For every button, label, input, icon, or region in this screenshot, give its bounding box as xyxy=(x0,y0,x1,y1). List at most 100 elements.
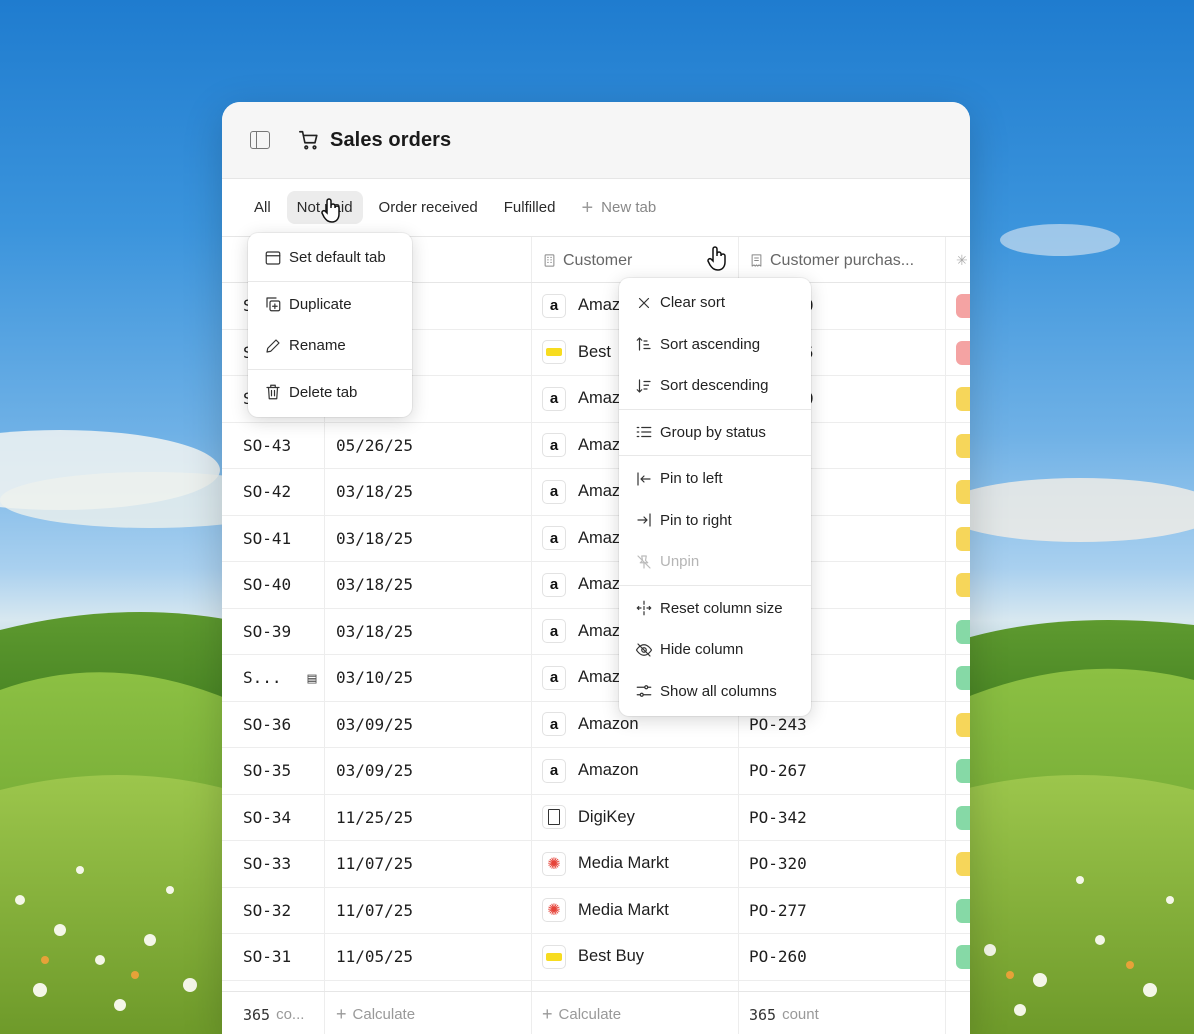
footer-count-po[interactable]: 365 count xyxy=(749,992,819,1034)
table-row[interactable]: SO-31 11/05/25 Best Buy PO-260 xyxy=(222,934,970,981)
calculate-button[interactable]: + Calculate xyxy=(542,992,621,1034)
table-row[interactable]: SO-33 11/07/25 ✺ Media Markt PO-320 xyxy=(222,841,970,888)
menu-item-label: Clear sort xyxy=(660,294,726,312)
close-icon xyxy=(638,297,650,308)
status-badge xyxy=(956,666,970,690)
menu-item-clear-sort[interactable]: Clear sort xyxy=(619,282,811,324)
unpin-icon xyxy=(637,555,651,569)
count-value: 365 xyxy=(243,1005,271,1024)
tab-fulfilled[interactable]: Fulfilled xyxy=(494,191,566,224)
tab-order-received[interactable]: Order received xyxy=(369,191,488,224)
menu-separator xyxy=(619,408,811,410)
menu-item-reset-column-size[interactable]: Reset column size xyxy=(619,588,811,630)
menu-item-show-all-columns[interactable]: Show all columns xyxy=(619,671,811,713)
table-row[interactable]: SO-34 11/25/25 DigiKey PO-342 xyxy=(222,795,970,841)
menu-item-hide-column[interactable]: Hide column xyxy=(619,629,811,671)
menu-item-label: Set default tab xyxy=(289,249,386,267)
amazon-logo-icon: a xyxy=(542,293,566,318)
tab-all[interactable]: All xyxy=(244,191,281,224)
customer-name: Media Markt xyxy=(578,900,669,919)
new-tab-button[interactable]: + New tab xyxy=(571,191,666,224)
customer-cell: ✺ Media Markt xyxy=(542,841,669,887)
order-id-cell: SO-34 xyxy=(243,807,292,827)
amazon-logo-icon: a xyxy=(542,386,566,411)
menu-item-label: Delete tab xyxy=(289,383,358,401)
status-badge xyxy=(956,480,970,504)
order-id-cell: SO-36 xyxy=(243,714,292,734)
order-id-cell: SO-31 xyxy=(243,947,292,967)
resize-icon xyxy=(636,600,652,616)
column-header-label: Customer purchas... xyxy=(770,251,915,269)
group-list-icon xyxy=(636,427,652,438)
order-date-cell: 11/07/25 xyxy=(336,900,414,920)
table-row[interactable]: SO-36 03/09/25 a Amazon PO-243 xyxy=(222,702,970,748)
column-header-customer[interactable]: Customer xyxy=(542,237,632,284)
menu-item-pin-to-right[interactable]: Pin to right xyxy=(619,500,811,542)
table-row[interactable]: SO-3903/18/25aAmazonPO-238 xyxy=(222,609,970,655)
order-id-cell: SO-40 xyxy=(243,575,292,595)
order-id-cell: SO-43 xyxy=(243,435,292,455)
customer-cell: a Amazon xyxy=(542,748,639,794)
menu-item-delete-tab[interactable]: Delete tab xyxy=(248,372,412,414)
menu-item-duplicate[interactable]: Duplicate xyxy=(248,284,412,326)
bestbuy-logo-icon xyxy=(542,340,566,365)
menu-item-pin-to-left[interactable]: Pin to left xyxy=(619,458,811,500)
sidebar-toggle-icon[interactable] xyxy=(250,131,270,149)
amazon-logo-icon: a xyxy=(542,712,566,737)
menu-item-set-default-tab[interactable]: Set default tab xyxy=(248,237,412,279)
table-footer: 365 co... + Calculate + Calculate 365 co… xyxy=(222,991,970,1034)
menu-item-sort-ascending[interactable]: Sort ascending xyxy=(619,324,811,366)
table-row[interactable]: SO-32 11/07/25 ✺ Media Markt PO-277 xyxy=(222,888,970,934)
table-row[interactable]: SO-4003/18/25aAmazonPO-236 xyxy=(222,562,970,609)
duplicate-icon xyxy=(266,297,281,312)
customer-name: Amazon xyxy=(578,761,639,780)
amazon-logo-icon: a xyxy=(542,572,566,597)
footer-count-id[interactable]: 365 co... xyxy=(243,992,304,1034)
column-header-customer-po[interactable]: Customer purchas... xyxy=(749,237,914,284)
menu-item-rename[interactable]: Rename xyxy=(248,325,412,367)
receipt-icon xyxy=(751,254,762,267)
menu-item-label: Show all columns xyxy=(660,682,777,700)
customer-name: Media Markt xyxy=(578,854,669,873)
order-date-cell: 03/10/25 xyxy=(336,668,414,688)
table-row[interactable]: SO-4203/18/25aAmazonPO-276 xyxy=(222,469,970,516)
customer-name: Amaz xyxy=(578,389,621,408)
tab-context-menu: Set default tab Duplicate Rename Delete … xyxy=(248,233,412,417)
trash-icon xyxy=(266,384,280,400)
menu-item-label: Hide column xyxy=(660,641,744,659)
status-badge xyxy=(956,712,970,737)
customer-cell: DigiKey xyxy=(542,795,635,841)
customer-cell: a Amaz xyxy=(542,376,620,422)
menu-item-sort-descending[interactable]: Sort descending xyxy=(619,365,811,407)
column-context-menu: Clear sort Sort ascending Sort descendin… xyxy=(619,278,811,716)
calculate-button[interactable]: + Calculate xyxy=(336,992,415,1034)
table-row[interactable]: SO-4305/26/25aAmazonPO-255 xyxy=(222,423,970,469)
menu-item-group-by-status[interactable]: Group by status xyxy=(619,412,811,454)
status-badge xyxy=(956,294,970,318)
mediamarkt-logo-icon: ✺ xyxy=(542,898,566,923)
window-icon xyxy=(265,251,281,265)
po-cell: PO-320 xyxy=(749,854,807,874)
table-row[interactable]: SO-4103/18/25aAmazonPO-275 xyxy=(222,516,970,562)
customer-cell: a Amaz xyxy=(542,283,620,329)
bestbuy-logo-icon xyxy=(542,944,566,969)
menu-item-label: Pin to left xyxy=(660,470,723,488)
order-id-cell: SO-42 xyxy=(243,482,292,502)
pencil-icon xyxy=(266,339,280,353)
status-badge xyxy=(956,387,970,411)
plus-icon: + xyxy=(581,196,594,219)
sliders-icon xyxy=(636,685,652,698)
table-row[interactable]: S...▤03/10/25aAmazonPO-247 xyxy=(222,655,970,702)
status-badge xyxy=(956,805,970,830)
menu-item-label: Sort descending xyxy=(660,377,769,395)
status-badge xyxy=(956,852,970,876)
plus-icon: + xyxy=(336,1004,347,1024)
order-date-cell: 11/07/25 xyxy=(336,854,414,874)
table-row[interactable]: SO-35 03/09/25 a Amazon PO-267 xyxy=(222,748,970,795)
note-icon[interactable]: ▤ xyxy=(308,669,317,687)
menu-separator xyxy=(248,280,412,282)
column-header-status[interactable]: ✳ xyxy=(956,237,968,284)
menu-separator xyxy=(619,455,811,456)
status-badge xyxy=(956,340,970,365)
status-badge xyxy=(956,573,970,597)
